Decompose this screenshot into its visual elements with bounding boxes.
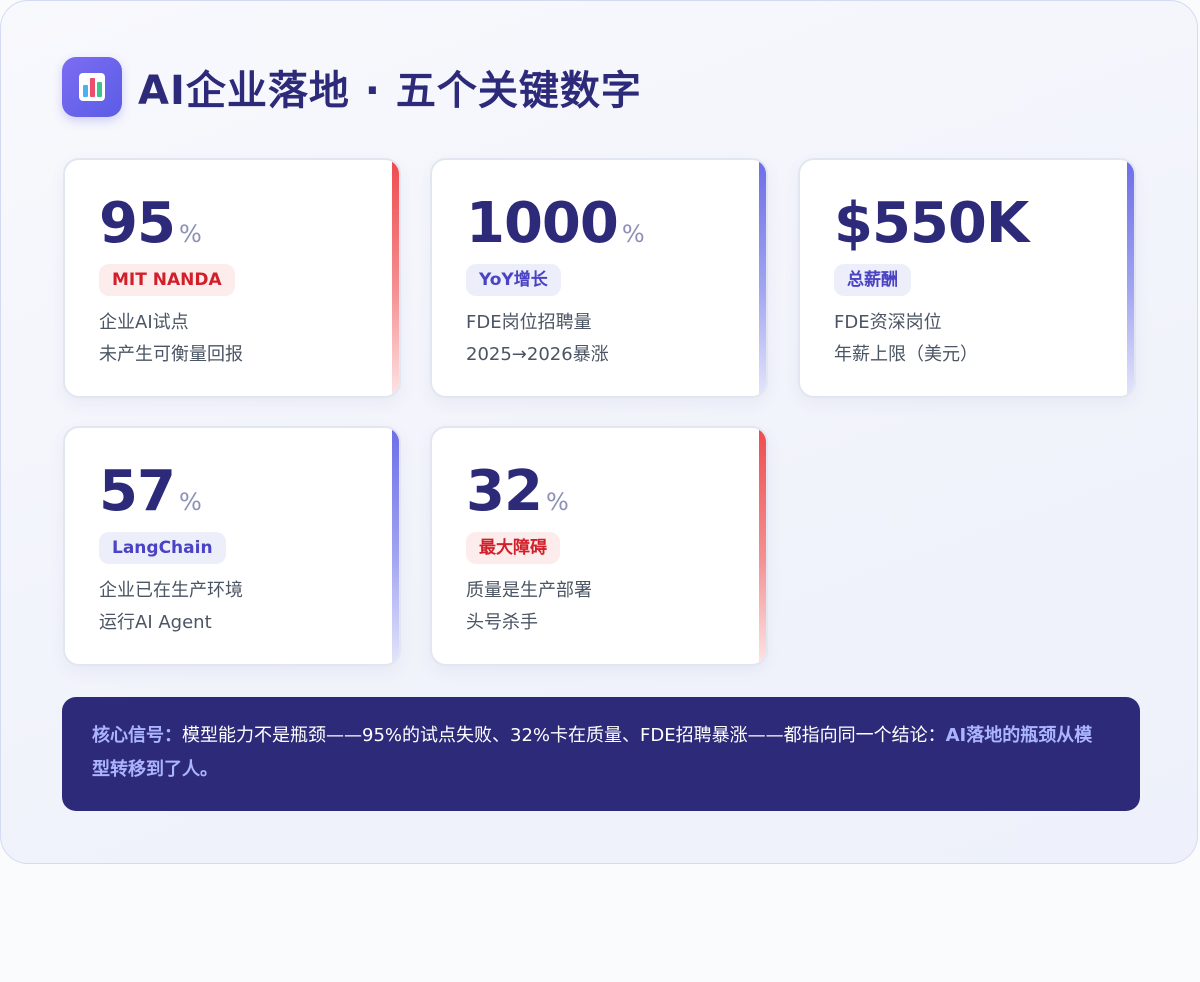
stat-card-quality-barrier: 32 % 最大障碍 质量是生产部署 头号杀手 bbox=[430, 426, 768, 666]
source-badge: LangChain bbox=[99, 532, 226, 564]
banner-label: 核心信号： bbox=[92, 725, 182, 746]
card-accent-bar bbox=[1127, 160, 1134, 396]
card-accent-bar bbox=[392, 160, 399, 396]
stat-value: 57 bbox=[99, 459, 176, 524]
banner-text: 模型能力不是瓶颈——95%的试点失败、32%卡在质量、FDE招聘暴涨——都指向同… bbox=[182, 725, 946, 746]
stat-description: FDE资深岗位 年薪上限（美元） bbox=[834, 307, 978, 371]
stat-description-line: 运行AI Agent bbox=[99, 612, 212, 633]
stat-description: 企业已在生产环境 运行AI Agent bbox=[99, 575, 243, 639]
card-accent-bar bbox=[759, 428, 766, 664]
stat-description-line: 头号杀手 bbox=[466, 612, 538, 633]
stat-value: 32 bbox=[466, 459, 543, 524]
stat-description-line: 质量是生产部署 bbox=[466, 580, 592, 601]
stat-unit: % bbox=[545, 488, 569, 516]
stat-value: 1000 bbox=[466, 191, 619, 256]
header: AI企业落地 · 五个关键数字 bbox=[62, 56, 642, 118]
card-accent-bar bbox=[759, 160, 766, 396]
stat-description-line: 年薪上限（美元） bbox=[834, 344, 978, 365]
page-frame: AI企业落地 · 五个关键数字 95 % MIT NANDA 企业AI试点 未产… bbox=[0, 0, 1198, 864]
stat-description: 质量是生产部署 头号杀手 bbox=[466, 575, 592, 639]
stat-card-pilot-failure: 95 % MIT NANDA 企业AI试点 未产生可衡量回报 bbox=[63, 158, 401, 398]
stat-unit: % bbox=[621, 220, 645, 248]
stat-value-row: 95 % bbox=[99, 190, 202, 258]
source-badge: MIT NANDA bbox=[99, 264, 235, 296]
stat-card-agent-production: 57 % LangChain 企业已在生产环境 运行AI Agent bbox=[63, 426, 401, 666]
stat-description-line: FDE岗位招聘量 bbox=[466, 312, 592, 333]
stat-value: $550K bbox=[834, 191, 1029, 256]
stat-unit: % bbox=[178, 220, 202, 248]
core-signal-banner: 核心信号：模型能力不是瓶颈——95%的试点失败、32%卡在质量、FDE招聘暴涨—… bbox=[62, 697, 1140, 811]
stat-description-line: FDE资深岗位 bbox=[834, 312, 942, 333]
stat-description-line: 未产生可衡量回报 bbox=[99, 344, 243, 365]
stat-value-row: 1000 % bbox=[466, 190, 645, 258]
stat-description: 企业AI试点 未产生可衡量回报 bbox=[99, 307, 243, 371]
stat-card-fde-salary: $550K 总薪酬 FDE资深岗位 年薪上限（美元） bbox=[798, 158, 1136, 398]
stat-card-fde-hiring: 1000 % YoY增长 FDE岗位招聘量 2025→2026暴涨 bbox=[430, 158, 768, 398]
stat-value-row: $550K bbox=[834, 190, 1032, 258]
bar-chart-icon bbox=[62, 57, 122, 117]
page-title: AI企业落地 · 五个关键数字 bbox=[138, 68, 642, 114]
stat-description: FDE岗位招聘量 2025→2026暴涨 bbox=[466, 307, 609, 371]
stat-description-line: 企业已在生产环境 bbox=[99, 580, 243, 601]
stat-unit: % bbox=[178, 488, 202, 516]
stat-value-row: 57 % bbox=[99, 458, 202, 526]
stat-value-row: 32 % bbox=[466, 458, 569, 526]
stat-description-line: 2025→2026暴涨 bbox=[466, 344, 609, 365]
stat-value: 95 bbox=[99, 191, 176, 256]
source-badge: YoY增长 bbox=[466, 264, 561, 296]
source-badge: 总薪酬 bbox=[834, 264, 911, 296]
source-badge: 最大障碍 bbox=[466, 532, 560, 564]
stat-description-line: 企业AI试点 bbox=[99, 312, 189, 333]
card-accent-bar bbox=[392, 428, 399, 664]
